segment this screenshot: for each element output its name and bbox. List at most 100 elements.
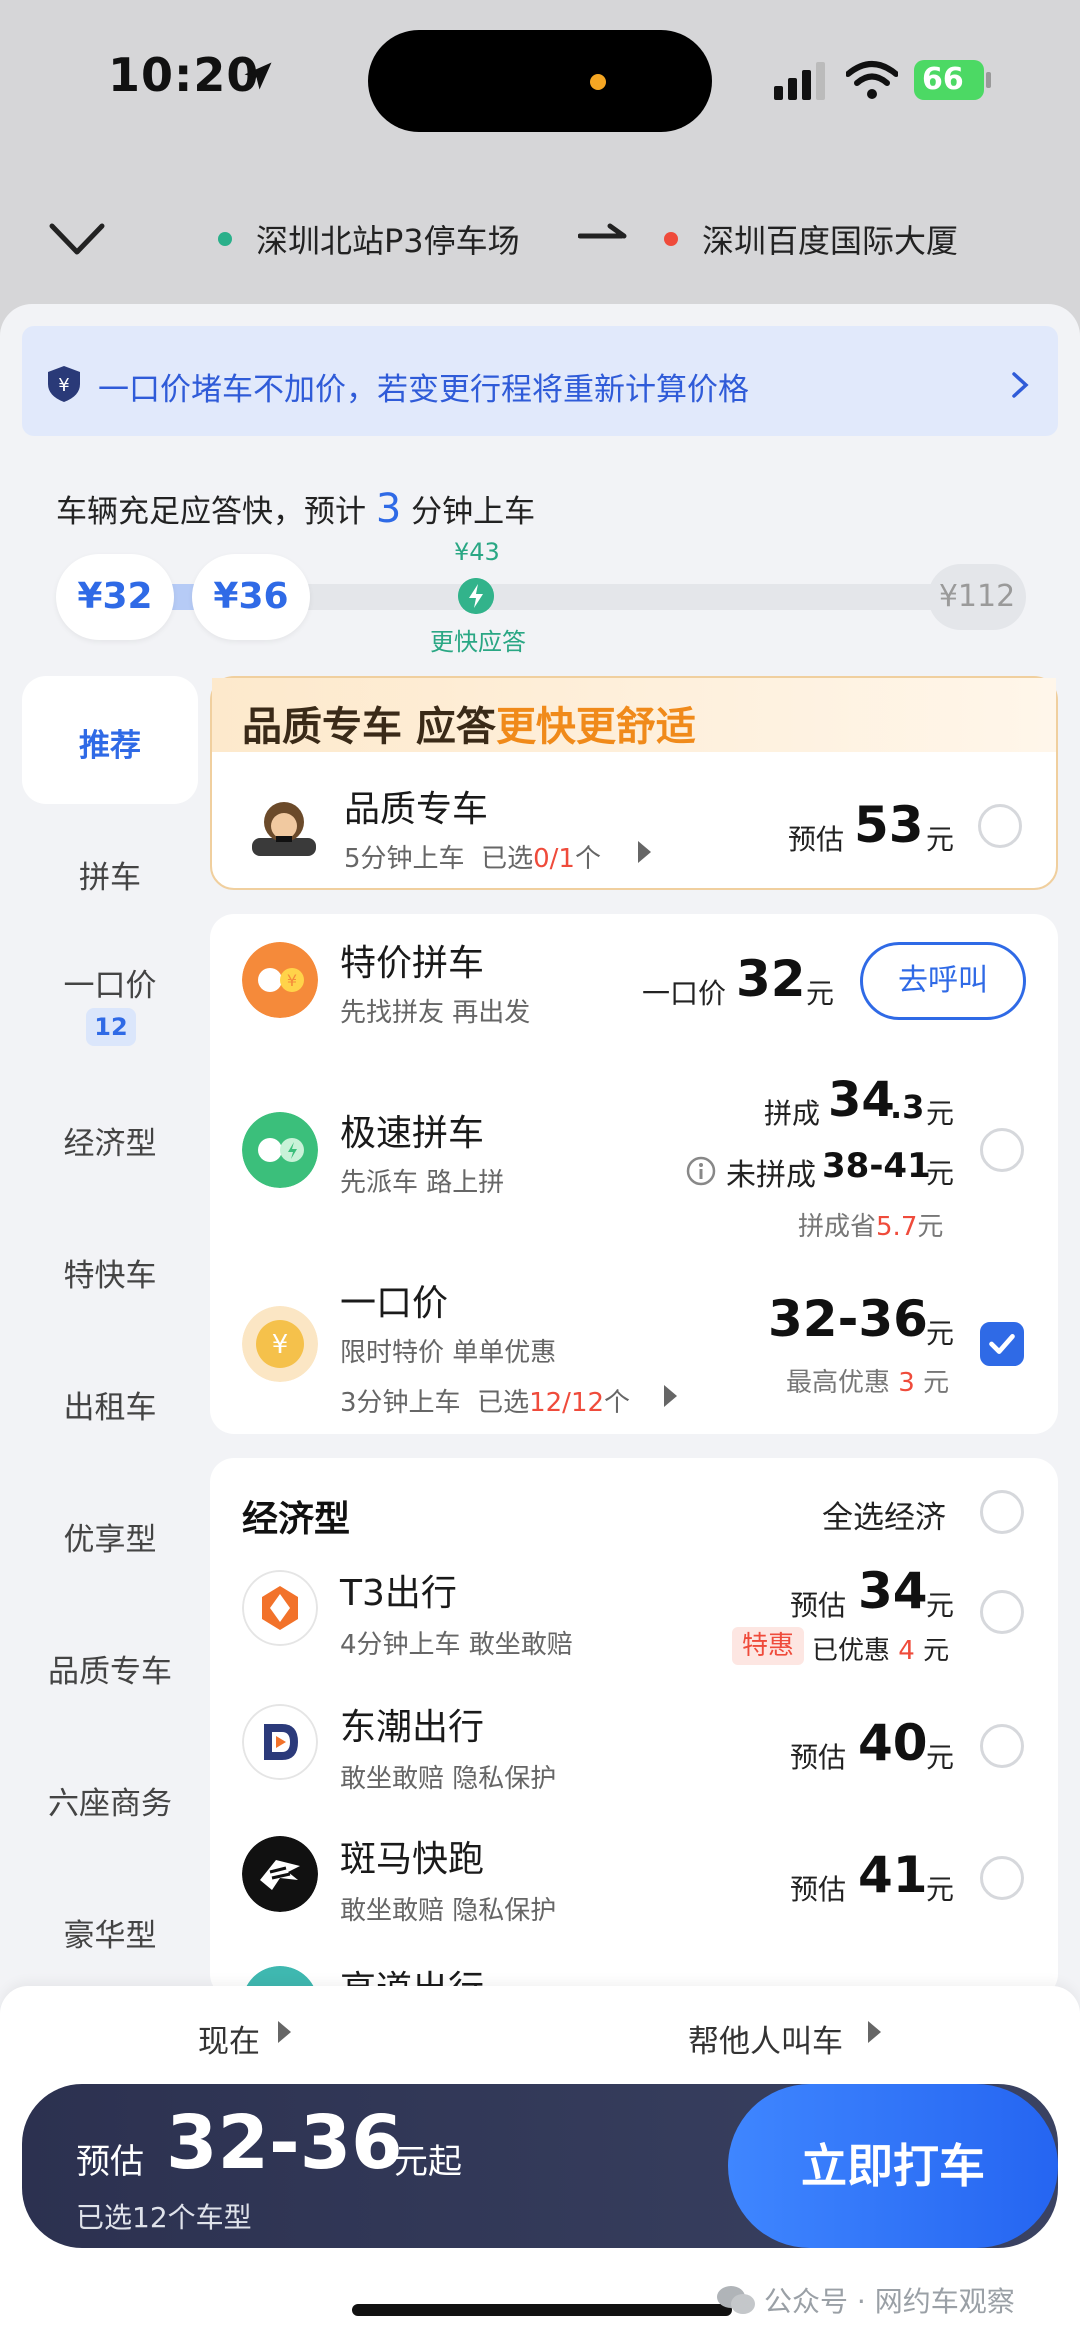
nav-item-six-seat[interactable]: 六座商务: [22, 1778, 198, 1823]
express-save-label: 拼成省: [798, 1212, 877, 1242]
premium-banner-highlight: 更快更舒适: [495, 704, 696, 750]
nav-item-comfort[interactable]: 优享型: [22, 1514, 198, 1559]
fixed-price-selected-unit: 个: [604, 1388, 631, 1418]
checkmark-icon: [989, 1334, 1015, 1354]
fixed-price-range: 32-36: [768, 1290, 928, 1348]
fixed-price-subtitle-2: 3分钟上车 已选12/12个: [340, 1382, 630, 1419]
premium-checkbox[interactable]: [978, 804, 1022, 848]
dongchao-subtitle: 敢坐敢赔 隐私保护: [340, 1764, 557, 1794]
fixed-price-selected-label: 已选: [477, 1388, 530, 1418]
express-save-text: 拼成省5.7元: [798, 1206, 943, 1243]
special-carpool-price-unit: 元: [806, 977, 835, 1010]
eta-suffix: 分钟上车: [411, 494, 536, 530]
nav-badge-count: 12: [86, 1008, 136, 1046]
privacy-indicator-icon: [590, 74, 606, 90]
fast-response-label: 更快应答: [430, 628, 526, 656]
express-carpool-checkbox[interactable]: [980, 1128, 1024, 1172]
route-origin[interactable]: 深圳北站P3停车场: [256, 216, 520, 262]
express-carpool-icon: [242, 1112, 318, 1188]
price-pill-high[interactable]: ¥36: [192, 554, 310, 640]
zebra-price: 41: [858, 1846, 928, 1904]
selected-vehicle-count: 已选12个车型: [76, 2201, 252, 2234]
hail-now-button[interactable]: 立即打车: [728, 2084, 1058, 2248]
premium-driver-icon: [252, 802, 316, 856]
home-indicator: [352, 2304, 732, 2316]
premium-selected-label: 已选: [481, 844, 534, 874]
nav-item-carpool[interactable]: 拼车: [22, 852, 198, 897]
special-carpool-price: 32: [736, 950, 806, 1008]
triangle-right-icon: [638, 841, 651, 863]
premium-subtitle: 5分钟上车 已选0/1个: [344, 838, 601, 875]
special-carpool-subtitle: 先找拼友 再出发: [340, 998, 531, 1028]
t3-discount-label: 已优惠: [812, 1636, 891, 1666]
dongchao-checkbox[interactable]: [980, 1724, 1024, 1768]
collapse-chevron-down-icon[interactable]: [48, 220, 106, 260]
notice-text: 一口价堵车不加价，若变更行程将重新计算价格: [98, 372, 749, 408]
nav-item-recommended[interactable]: 推荐: [22, 720, 198, 765]
express-carpool-name: 极速拼车: [340, 1113, 485, 1154]
battery-indicator: 66: [914, 60, 984, 100]
eta-prefix: 车辆充足应答快，预计: [56, 494, 366, 530]
special-carpool-price-label: 一口价: [642, 977, 727, 1010]
zebra-checkbox[interactable]: [980, 1856, 1024, 1900]
battery-level: 66: [922, 62, 964, 97]
t3-discount-unit: 元: [923, 1636, 950, 1666]
express-save-unit: 元: [917, 1212, 944, 1242]
battery-tip: [986, 72, 991, 88]
triangle-right-icon: [868, 2021, 881, 2043]
premium-banner-text: 品质专车 应答: [242, 704, 496, 750]
svg-text:¥: ¥: [272, 1330, 289, 1360]
economy-select-all-label[interactable]: 全选经济: [822, 1492, 946, 1537]
eta-text: 车辆充足应答快，预计 3 分钟上车: [56, 486, 535, 532]
wifi-icon: [846, 61, 898, 99]
svg-text:¥: ¥: [58, 375, 69, 396]
premium-banner-title: 品质专车 应答更快更舒适: [242, 694, 696, 752]
time-option-now[interactable]: 现在: [198, 2016, 260, 2061]
dongchao-price: 40: [858, 1714, 928, 1772]
info-icon[interactable]: [686, 1156, 716, 1186]
special-carpool-icon: ¥: [242, 942, 318, 1018]
call-special-carpool-button[interactable]: 去呼叫: [860, 942, 1026, 1020]
premium-price-unit: 元: [926, 823, 955, 856]
lightning-icon[interactable]: [458, 578, 494, 614]
t3-logo-icon: [242, 1570, 318, 1646]
price-pill-max[interactable]: ¥112: [928, 564, 1026, 630]
triangle-right-icon: [278, 2021, 291, 2043]
zebra-price-unit: 元: [926, 1873, 955, 1906]
zebra-price-label: 预估: [790, 1873, 847, 1906]
estimate-price-unit: 元起: [394, 2142, 462, 2182]
nav-item-express[interactable]: 特快车: [22, 1250, 198, 1295]
fixed-price-discount-value: 3: [898, 1368, 915, 1398]
t3-price-label: 预估: [790, 1589, 847, 1622]
zebra-name: 斑马快跑: [340, 1839, 485, 1880]
nav-item-fixed-price[interactable]: 一口价: [22, 960, 198, 1005]
fixed-price-discount-unit: 元: [923, 1368, 950, 1398]
express-pooled-label: 拼成: [764, 1097, 821, 1130]
t3-special-tag: 特惠: [732, 1627, 805, 1665]
t3-checkbox[interactable]: [980, 1590, 1024, 1634]
premium-price: 53: [854, 796, 924, 854]
nav-item-premium[interactable]: 品质专车: [22, 1646, 198, 1691]
premium-name: 品质专车: [344, 789, 489, 830]
economy-select-all-checkbox[interactable]: [980, 1490, 1024, 1534]
route-destination[interactable]: 深圳百度国际大厦: [702, 216, 958, 262]
fixed-price-discount: 最高优惠 3 元: [786, 1362, 949, 1399]
call-for-others-option[interactable]: 帮他人叫车: [688, 2016, 843, 2061]
nav-item-economy[interactable]: 经济型: [22, 1118, 198, 1163]
express-unpooled-unit: 元: [926, 1157, 955, 1190]
premium-selected-count: 0/1: [533, 844, 575, 874]
dongchao-price-label: 预估: [790, 1741, 847, 1774]
t3-price-unit: 元: [926, 1589, 955, 1622]
price-pill-low[interactable]: ¥32: [56, 554, 174, 640]
nav-item-taxi[interactable]: 出租车: [22, 1382, 198, 1427]
fixed-price-discount-label: 最高优惠: [786, 1368, 891, 1398]
nav-item-luxury[interactable]: 豪华型: [22, 1910, 198, 1955]
express-unpooled-price: 38-41: [822, 1146, 931, 1186]
location-arrow-icon: [244, 62, 272, 90]
zebra-logo-icon: [242, 1836, 318, 1912]
dongchao-price-unit: 元: [926, 1741, 955, 1774]
express-carpool-subtitle: 先派车 路上拼: [340, 1168, 505, 1198]
wechat-icon: [717, 2286, 755, 2314]
fixed-price-checkbox[interactable]: [980, 1322, 1024, 1366]
express-save-value: 5.7: [876, 1212, 918, 1242]
